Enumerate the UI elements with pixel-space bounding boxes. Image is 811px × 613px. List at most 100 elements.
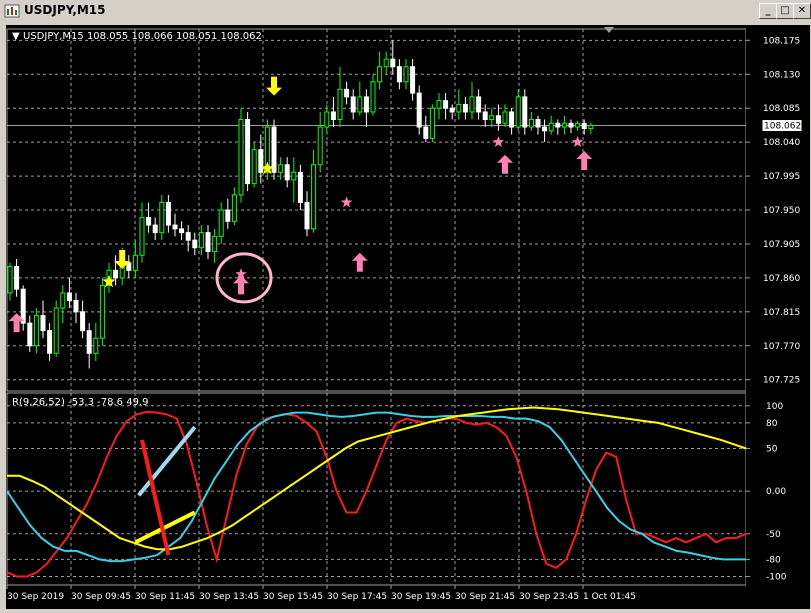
close-button[interactable]: ✕ [793, 3, 811, 19]
candle-body [416, 92, 422, 128]
time-label: 30 Sep 09:45 [71, 592, 131, 602]
candle-body [53, 307, 59, 354]
chart-header: USDJPY,M15 108.055 108.066 108.051 108.0… [23, 31, 262, 42]
candle-body [555, 122, 561, 128]
price-label: 108.130 [763, 70, 800, 80]
candle-body [271, 126, 277, 173]
window-title: USDJPY,M15 [24, 3, 106, 17]
candle-body [192, 239, 198, 249]
chart-canvas[interactable]: 108.175 108.130 108.085 108.040 107.995 107.9… [6, 25, 810, 609]
candle-body [172, 224, 178, 230]
candle-body [258, 149, 264, 173]
star-marker [340, 196, 353, 208]
symbol-menu-arrow[interactable]: ▼ [12, 31, 20, 42]
terminal-window: USDJPY,M15 _ □ ✕ 108.175 108.130 108.085 10… [0, 0, 811, 613]
candle-body [363, 96, 369, 113]
price-label: 107.770 [763, 342, 800, 352]
indicator-lines [6, 406, 747, 578]
candle-body [330, 111, 336, 121]
price-label: 107.950 [763, 206, 800, 216]
candle-body [93, 337, 99, 354]
candle-body [449, 107, 455, 113]
candle-body [152, 224, 158, 234]
candle-body [73, 300, 79, 313]
price-label: 108.085 [763, 104, 800, 114]
candle-body [515, 96, 521, 128]
candle-body [581, 122, 587, 130]
candle-body [495, 115, 501, 124]
candle-body [443, 100, 449, 109]
ind-label: 80 [766, 419, 778, 429]
candle-body [377, 66, 383, 83]
yellow-down-arrow [266, 76, 282, 96]
candle-body [410, 66, 416, 94]
candle-body [179, 228, 185, 234]
candle-body [350, 96, 356, 113]
candle-body [14, 266, 20, 290]
candle-body [588, 125, 594, 130]
candle-body [139, 217, 145, 256]
candle-body [469, 96, 475, 113]
candle-body [324, 111, 330, 128]
candle-body [40, 315, 46, 332]
candle-body [575, 122, 581, 128]
candle-body [198, 232, 204, 249]
time-label: 30 Sep 21:45 [455, 592, 515, 602]
candle-body [383, 58, 389, 68]
candle-body [403, 66, 409, 83]
candle-body [291, 171, 297, 181]
price-label: 107.725 [763, 376, 800, 386]
price-label: 108.175 [763, 36, 800, 46]
indicator-header: R(9,26,52) -53.3 -78.6 49.9 [12, 397, 148, 408]
pink-up-arrow [351, 252, 368, 272]
candle-body [311, 164, 317, 230]
candle-body [20, 288, 26, 324]
candle-body [66, 292, 72, 302]
candle-body [522, 96, 528, 128]
restore-button[interactable]: □ [776, 3, 794, 19]
candle-body [47, 330, 53, 354]
candle-body [390, 58, 396, 68]
ind-label: -100 [766, 572, 787, 582]
ind-label: -50 [766, 530, 781, 540]
time-label: 30 Sep 17:45 [327, 592, 387, 602]
candle-body [251, 149, 257, 185]
candle-body [482, 111, 488, 121]
candle-body [548, 122, 554, 132]
minimize-button[interactable]: _ [759, 3, 777, 19]
candle-body [284, 164, 290, 181]
star-marker [571, 136, 584, 147]
candle-body [535, 119, 541, 128]
time-label: 30 Sep 2019 [7, 592, 64, 602]
candle-body [396, 66, 402, 83]
candle-body [113, 269, 119, 279]
candle-body [337, 88, 343, 121]
candle-body [304, 201, 310, 230]
time-label: 30 Sep 15:45 [263, 592, 323, 602]
candle-body [99, 284, 105, 339]
candle-body [542, 126, 548, 132]
candle-body [278, 164, 284, 173]
candle-body [60, 292, 66, 309]
candle-body [462, 103, 468, 113]
title-bar[interactable]: USDJPY,M15 _ □ ✕ [0, 0, 811, 22]
chart-area[interactable]: 108.175 108.130 108.085 108.040 107.995 107.9… [6, 25, 810, 609]
candle-body [80, 311, 86, 332]
pink-up-arrow [576, 150, 593, 170]
candle-body [238, 119, 244, 196]
candle-body [245, 119, 251, 185]
candle-body [436, 100, 442, 109]
time-label: 30 Sep 13:45 [199, 592, 259, 602]
candle-body [370, 81, 376, 113]
candle-body [344, 88, 350, 98]
pink-up-arrow [497, 154, 513, 174]
ind-label: 0.00 [766, 487, 786, 497]
candle-body [528, 119, 534, 128]
candle-body [159, 201, 165, 234]
ind-label: 50 [766, 444, 778, 454]
candle-body [489, 115, 495, 120]
indicator-pane-border [6, 392, 747, 586]
candle-body [86, 330, 92, 354]
candle-body [561, 122, 567, 128]
price-label: 107.905 [763, 240, 800, 250]
